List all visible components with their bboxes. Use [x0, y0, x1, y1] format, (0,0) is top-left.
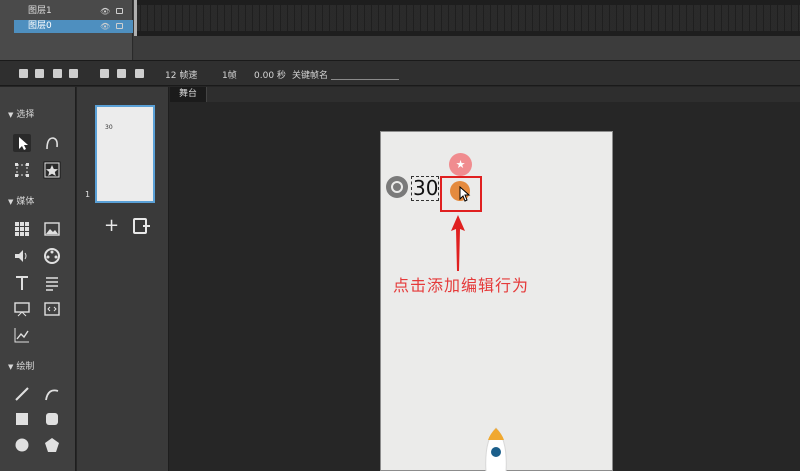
transform-tool[interactable]: [13, 161, 31, 179]
frame-label: 1帧: [222, 71, 237, 81]
line-tool[interactable]: [13, 385, 31, 403]
chart-icon[interactable]: [13, 326, 31, 344]
folder-icon[interactable]: [35, 69, 44, 78]
thumbnail-counter: 30: [105, 124, 113, 131]
stage-area: 舞台 30 ★ 点击添加编辑行为: [170, 87, 800, 471]
insert-keyframe-icon[interactable]: [117, 69, 126, 78]
eye-icon[interactable]: 👁: [100, 20, 110, 33]
insert-frame-icon[interactable]: [100, 69, 109, 78]
timeline-frames[interactable]: [134, 0, 800, 36]
section-media-label: 媒体: [16, 197, 35, 207]
layer-row-1[interactable]: 图层1 👁: [14, 5, 133, 18]
keyframe-name-input[interactable]: [331, 68, 399, 80]
section-select-label: 选择: [16, 110, 35, 120]
timeline-empty: [134, 36, 800, 60]
seconds-label: 0.00 秒: [254, 71, 286, 81]
tab-strip: [207, 87, 800, 102]
layer-row-0[interactable]: 图层0 👁: [14, 20, 133, 33]
timeline-toolbar: 12 帧速 1帧 0.00 秒 关键帧名: [0, 60, 800, 86]
delete-frame-icon[interactable]: [135, 69, 144, 78]
paragraph-icon[interactable]: [43, 274, 61, 292]
timeline-panel: 图层1 👁 图层0 👁: [0, 0, 800, 60]
fps-label[interactable]: 12 帧速: [165, 68, 197, 81]
page-number: 1: [85, 190, 91, 199]
code-icon[interactable]: [43, 300, 61, 318]
text-icon[interactable]: [13, 274, 31, 292]
pointer-tool[interactable]: [13, 134, 31, 152]
layer-name: 图层1: [28, 6, 52, 16]
rounded-rect-tool[interactable]: [43, 410, 61, 428]
behavior-tool[interactable]: [43, 161, 61, 179]
grid-icon[interactable]: [13, 220, 31, 238]
section-select[interactable]: ▼ 选择: [8, 108, 34, 122]
rectangle-tool[interactable]: [13, 410, 31, 428]
playhead[interactable]: [134, 0, 137, 36]
layer-list: 图层1 👁 图层0 👁: [0, 0, 133, 60]
section-media[interactable]: ▼ 媒体: [8, 195, 34, 209]
rocket-icon[interactable]: [478, 426, 514, 471]
tab-stage[interactable]: 舞台: [170, 87, 207, 102]
tools-panel: ▼ 选择 ▼ 媒体 ▼ 绘制: [0, 87, 76, 471]
page-thumbnail[interactable]: 30: [95, 105, 155, 203]
star-icon[interactable]: ★: [449, 153, 472, 176]
counter-text[interactable]: 30: [413, 176, 438, 201]
lock-icon[interactable]: [116, 8, 123, 14]
plus-icon[interactable]: +: [104, 217, 119, 235]
section-draw-label: 绘制: [16, 362, 35, 372]
image-icon[interactable]: [43, 220, 61, 238]
presentation-icon[interactable]: [13, 300, 31, 318]
keyframe-name-label: 关键帧名: [292, 71, 329, 81]
annotation-text: 点击添加编辑行为: [393, 276, 530, 295]
video-icon[interactable]: [43, 247, 61, 265]
curve-tool[interactable]: [43, 385, 61, 403]
node-tool[interactable]: [43, 134, 61, 152]
trash-icon[interactable]: [53, 69, 62, 78]
copy-icon[interactable]: [69, 69, 78, 78]
layer-name: 图层0: [28, 21, 52, 31]
new-layer-icon[interactable]: [19, 69, 28, 78]
lock-icon[interactable]: [116, 23, 123, 29]
editor-window: 图层1 👁 图层0 👁 12 帧速 1帧 0.00 秒 关键帧名 ▼ 选择 ▼ …: [0, 0, 800, 471]
add-page-icon[interactable]: [133, 218, 150, 234]
stage-canvas[interactable]: 30 ★ 点击添加编辑行为: [380, 131, 613, 471]
pages-panel: 30 1 +: [77, 87, 169, 471]
ellipse-tool[interactable]: [13, 436, 31, 454]
eye-icon[interactable]: 👁: [100, 5, 110, 18]
frame-cells[interactable]: [134, 5, 800, 31]
timer-icon[interactable]: [386, 176, 408, 198]
highlight-box: [440, 176, 482, 212]
section-draw[interactable]: ▼ 绘制: [8, 360, 34, 374]
polygon-tool[interactable]: [43, 436, 61, 454]
arrow-up-icon: [451, 215, 465, 271]
audio-icon[interactable]: [13, 247, 31, 265]
